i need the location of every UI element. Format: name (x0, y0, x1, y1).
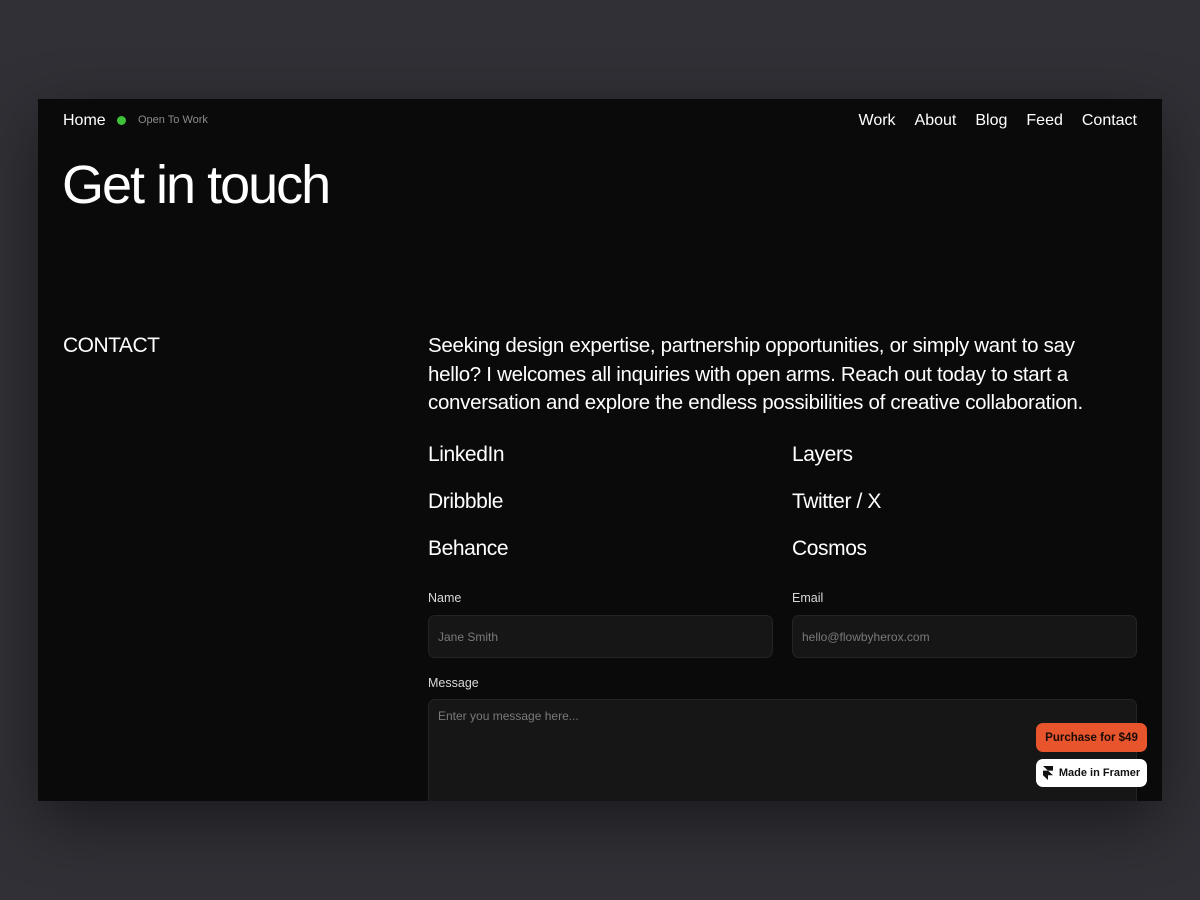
email-input[interactable] (792, 615, 1137, 658)
status-text: Open To Work (138, 114, 208, 126)
made-in-framer-label: Made in Framer (1058, 767, 1141, 779)
nav-link-contact[interactable]: Contact (1082, 112, 1137, 130)
nav-link-feed[interactable]: Feed (1026, 112, 1062, 130)
message-textarea[interactable] (428, 699, 1137, 801)
nav-link-about[interactable]: About (915, 112, 957, 130)
social-link-twitter[interactable]: Twitter / X (792, 489, 1137, 515)
social-link-dribbble[interactable]: Dribbble (428, 489, 792, 515)
nav-link-blog[interactable]: Blog (975, 112, 1007, 130)
social-link-layers[interactable]: Layers (792, 442, 1137, 468)
nav-link-work[interactable]: Work (859, 112, 896, 130)
contact-intro: Seeking design expertise, partnership op… (428, 334, 1083, 414)
message-label: Message (428, 676, 479, 690)
name-label: Name (428, 591, 462, 605)
top-nav: Home Open To Work Work About Blog Feed C… (38, 99, 1162, 143)
social-link-cosmos[interactable]: Cosmos (792, 536, 1137, 562)
status-indicator-dot (117, 116, 126, 125)
page-title: Get in touch (62, 155, 331, 215)
home-link[interactable]: Home (63, 112, 106, 130)
nav-links: Work About Blog Feed Contact (859, 112, 1138, 130)
framer-logo-icon (1042, 766, 1053, 780)
page-frame: Home Open To Work Work About Blog Feed C… (38, 99, 1162, 801)
section-label: CONTACT (63, 334, 160, 357)
social-link-linkedin[interactable]: LinkedIn (428, 442, 792, 468)
made-in-framer-button[interactable]: Made in Framer (1036, 759, 1147, 787)
social-links: LinkedIn Layers Dribbble Twitter / X Beh… (428, 442, 1137, 562)
purchase-button[interactable]: Purchase for $49 (1036, 723, 1147, 752)
email-label: Email (792, 591, 824, 605)
social-link-behance[interactable]: Behance (428, 536, 792, 562)
name-input[interactable] (428, 615, 773, 658)
